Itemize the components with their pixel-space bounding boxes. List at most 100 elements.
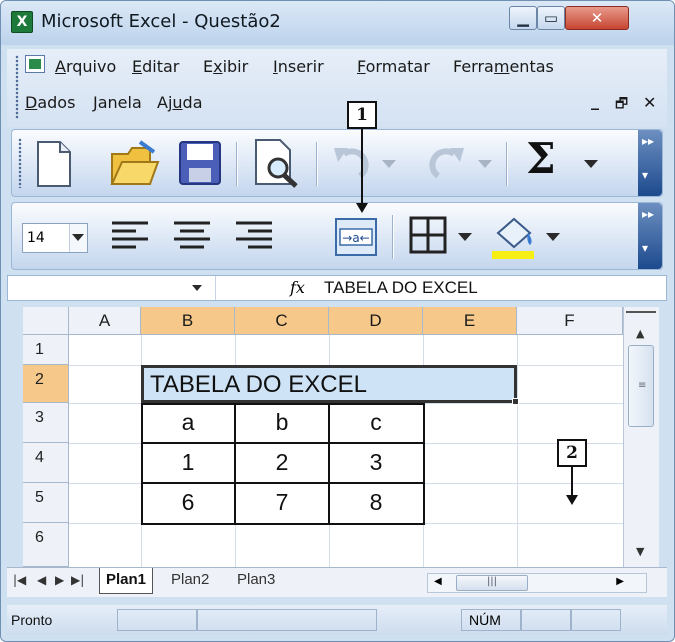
callout-2: 2 [557,439,587,467]
fill-color-dropdown-icon[interactable] [546,233,560,241]
standard-toolbar: Σ ▸▸ ▾ [11,129,663,197]
row-header-6[interactable]: 6 [23,523,69,567]
merged-cell-b2-e2[interactable]: TABELA DO EXCEL [141,365,519,405]
save-icon[interactable] [178,140,222,186]
status-ready: Pronto [11,612,53,628]
font-size-select[interactable]: 14 [22,223,88,253]
open-folder-icon[interactable] [110,140,160,188]
toolbar-separator [506,142,508,186]
row-header-2[interactable]: 2 [23,365,69,403]
vertical-scrollbar[interactable]: ▲ ≡ ▼ [623,307,659,567]
column-header-f[interactable]: F [517,307,623,335]
menu-dados[interactable]: Dados [25,93,75,112]
doc-close-icon[interactable]: ✕ [643,93,656,112]
column-header-b[interactable]: B [141,307,235,335]
cell-d5[interactable]: 8 [329,489,423,516]
row-header-1[interactable]: 1 [23,335,69,365]
toolbar-options-icon[interactable]: ▸▸ ▾ [638,203,662,269]
last-sheet-icon[interactable]: ▶| [71,573,84,587]
menu-inserir[interactable]: Inserir [273,57,324,76]
formatting-toolbar: 14 →a← ▸▸ ▾ [11,202,663,270]
row-header-4[interactable]: 4 [23,443,69,483]
undo-dropdown-icon[interactable] [382,160,396,168]
status-bar: Pronto NÚM [7,605,667,635]
cell-c3[interactable]: b [235,409,329,436]
cell-c5[interactable]: 7 [235,489,329,516]
scroll-up-icon[interactable]: ▲ [636,327,644,340]
cell-b3[interactable]: a [141,409,235,436]
scroll-down-icon[interactable]: ▼ [636,545,644,558]
tab-plan1[interactable]: Plan1 [99,568,154,594]
close-button[interactable]: ✕ [565,6,629,30]
sheet-tabs-bar: |◀ ◀ ▶ ▶| Plan1 Plan2 Plan3 ◀ ||| ▶ [7,567,667,597]
horizontal-scroll-thumb[interactable]: ||| [456,575,528,591]
scroll-left-icon[interactable]: ◀ [434,576,442,587]
column-header-d[interactable]: D [329,307,423,335]
split-box[interactable] [626,311,656,313]
row-header-3[interactable]: 3 [23,403,69,443]
menu-arquivo[interactable]: Arquivo [55,57,116,76]
menu-ajuda[interactable]: Ajuda [157,93,203,112]
next-sheet-icon[interactable]: ▶ [55,573,64,587]
horizontal-scrollbar[interactable]: ◀ ||| ▶ [427,573,647,593]
worksheet-grid[interactable]: A B C D E F 1 2 3 4 5 6 a b c 1 2 3 6 7 [23,307,623,567]
callout-1-arrow [361,129,363,205]
formula-input[interactable]: TABELA DO EXCEL [324,278,478,298]
cell-d4[interactable]: 3 [329,449,423,476]
row-header-5[interactable]: 5 [23,483,69,523]
new-document-icon[interactable] [34,140,74,188]
redo-dropdown-icon[interactable] [478,160,492,168]
toolbar-grip[interactable] [18,138,22,188]
print-preview-icon[interactable] [252,138,302,188]
undo-icon[interactable] [330,144,374,182]
doc-minimize-icon[interactable]: _ [591,91,599,110]
excel-app-icon[interactable]: X [11,11,33,33]
align-center-icon[interactable] [172,219,212,255]
font-size-dropdown-button[interactable] [69,224,87,252]
formula-bar: fx TABELA DO EXCEL [7,275,667,301]
insert-function-icon[interactable]: fx [290,278,305,297]
maximize-button[interactable]: ▭ [537,6,565,30]
fill-handle[interactable] [512,398,519,405]
menu-ferramentas[interactable]: Ferramentas [453,57,554,76]
column-header-a[interactable]: A [69,307,141,335]
font-size-value: 14 [27,230,45,246]
toolbar-options-icon[interactable]: ▸▸ ▾ [638,130,662,196]
borders-dropdown-icon[interactable] [458,233,472,241]
name-box-dropdown-icon[interactable] [192,285,202,291]
menu-grip[interactable] [15,55,19,119]
cell-b4[interactable]: 1 [141,449,235,476]
menu-janela[interactable]: Janela [93,93,142,112]
tab-plan2[interactable]: Plan2 [165,568,215,594]
cell-d3[interactable]: c [329,409,423,436]
doc-restore-icon[interactable]: 🗗 [615,93,628,117]
prev-sheet-icon[interactable]: ◀ [37,573,46,587]
fill-color-icon[interactable] [488,211,540,261]
merge-and-center-icon[interactable]: →a← [334,217,378,257]
menu-exibir[interactable]: Exibir [203,57,248,76]
callout-2-arrowhead [566,495,578,505]
cell-c4[interactable]: 2 [235,449,329,476]
align-left-icon[interactable] [110,219,150,255]
tab-plan3[interactable]: Plan3 [231,568,281,594]
first-sheet-icon[interactable]: |◀ [13,573,26,587]
workbook-icon[interactable] [25,55,45,73]
redo-icon[interactable] [424,144,468,182]
minimize-button[interactable]: ▁ [509,6,537,30]
menu-formatar[interactable]: Formatar [357,57,430,76]
name-box[interactable] [8,276,216,300]
align-right-icon[interactable] [234,219,274,255]
column-header-e[interactable]: E [423,307,517,335]
autosum-icon[interactable]: Σ [526,134,556,183]
cell-b5[interactable]: 6 [141,489,235,516]
borders-icon[interactable] [408,215,448,255]
vertical-scroll-thumb[interactable]: ≡ [628,345,654,427]
maximize-icon: ▭ [543,9,559,27]
excel-window: X Microsoft Excel - Questão2 ▁ ▭ ✕ Arqui… [0,0,675,642]
column-header-c[interactable]: C [235,307,329,335]
close-icon: ✕ [590,9,604,27]
menu-editar[interactable]: Editar [132,57,179,76]
scroll-right-icon[interactable]: ▶ [616,576,624,587]
select-all-corner[interactable] [23,307,69,335]
autosum-dropdown-icon[interactable] [584,160,598,168]
